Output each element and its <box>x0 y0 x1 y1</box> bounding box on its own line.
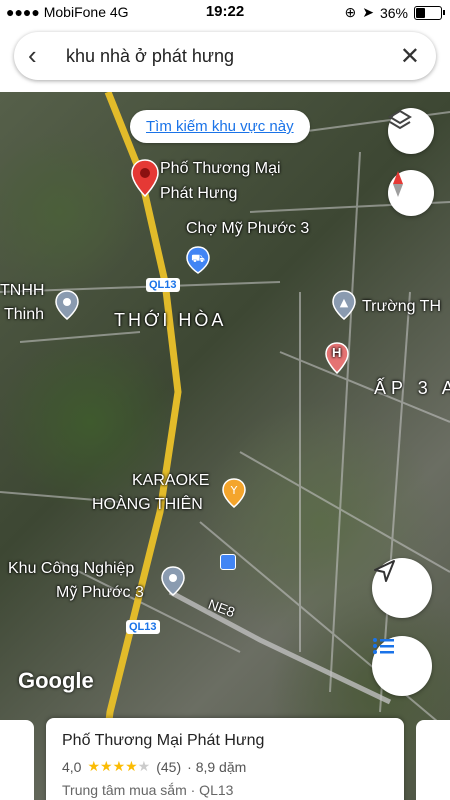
area-label-thoi-hoa: THỚI HÒA <box>114 310 227 330</box>
distance: · 8,9 dặm <box>187 758 247 775</box>
school-pin-icon[interactable]: ▲ <box>332 290 356 320</box>
google-logo: Google <box>18 668 94 693</box>
place-label-cho-my-phuoc-3[interactable]: Chợ Mỹ Phước 3 <box>186 220 309 238</box>
compass-button[interactable] <box>388 170 434 216</box>
svg-text:Y: Y <box>230 484 238 497</box>
review-count: (45) <box>156 758 182 775</box>
place-pin-icon[interactable] <box>55 290 79 320</box>
hospital-label: H <box>332 345 342 360</box>
place-label-pho-thuong-mai[interactable]: Phố Thương Mại <box>160 160 281 178</box>
road-shield-ql13-south: QL13 <box>126 620 160 634</box>
layers-button[interactable] <box>388 108 434 154</box>
search-header: ‹ khu nhà ở phát hưng ✕ <box>0 24 450 92</box>
place-label-karaoke[interactable]: KARAOKE <box>132 472 209 490</box>
battery-percent: 36% <box>379 4 408 21</box>
search-query[interactable]: khu nhà ở phát hưng <box>66 46 234 67</box>
place-card[interactable]: Phố Thương Mại Phát Hưng 4,0 ★★★★★ (45) … <box>46 718 404 800</box>
industrial-pin-icon[interactable] <box>161 566 185 596</box>
navigation-arrow-icon <box>374 560 395 582</box>
place-label-my-phuoc-3[interactable]: Mỹ Phước 3 <box>56 584 144 602</box>
svg-text:▲: ▲ <box>340 296 349 309</box>
area-label-ap-3a: ẤP 3 A <box>374 378 450 398</box>
place-label-hoang-thien[interactable]: HOÀNG THIÊN <box>92 496 203 514</box>
orientation-lock-icon: ⊕ <box>344 4 357 20</box>
star-rating: ★★★★★ <box>87 758 150 775</box>
svg-text:⛟: ⛟ <box>191 252 205 265</box>
battery-fill <box>416 7 426 18</box>
place-label-tnhh[interactable]: TNHH <box>0 282 44 300</box>
selected-place-pin-icon[interactable] <box>130 158 160 198</box>
place-label-thinh[interactable]: Thinh <box>4 306 44 324</box>
bus-stop-icon[interactable] <box>220 554 236 570</box>
place-card-subtitle: Trung tâm mua sắm · QL13 <box>62 782 234 798</box>
place-card-rating-row: 4,0 ★★★★★ (45) · 8,9 dặm <box>62 758 246 775</box>
shopping-cart-pin-icon[interactable]: ⛟ <box>186 246 210 274</box>
rating-value: 4,0 <box>62 758 82 775</box>
close-icon[interactable]: ✕ <box>400 42 420 71</box>
previous-result-card[interactable] <box>0 720 34 800</box>
battery-icon <box>414 5 445 20</box>
back-arrow-icon[interactable]: ‹ <box>28 40 37 71</box>
status-right: ⊕ ➤ 36% <box>344 4 445 21</box>
map-view[interactable]: Tìm kiếm khu vực này Phố Thương Mại Phát… <box>0 92 450 800</box>
place-label-phat-hung[interactable]: Phát Hưng <box>160 185 237 203</box>
road-shield-ql13: QL13 <box>146 278 180 292</box>
list-view-button[interactable] <box>372 636 432 696</box>
list-icon <box>373 638 394 654</box>
place-label-khu-cong-nghiep[interactable]: Khu Công Nghiệp <box>8 560 134 578</box>
next-result-card[interactable] <box>416 720 450 800</box>
filled-stars-icon: ★★★★ <box>87 758 138 774</box>
place-card-title: Phố Thương Mại Phát Hưng <box>62 732 265 749</box>
location-arrow-icon: ➤ <box>362 4 374 20</box>
search-this-area-button[interactable]: Tìm kiếm khu vực này <box>130 110 310 143</box>
layers-icon <box>388 109 412 130</box>
empty-star-icon: ★ <box>137 758 151 774</box>
place-label-truong[interactable]: Trường TH <box>362 298 441 316</box>
bar-pin-icon[interactable]: Y <box>222 478 246 508</box>
my-location-button[interactable] <box>372 558 432 618</box>
search-bar[interactable]: ‹ khu nhà ở phát hưng ✕ <box>14 32 436 80</box>
compass-icon <box>393 171 403 197</box>
status-bar: ●●●● MobiFone 4G 19:22 ⊕ ➤ 36% <box>0 0 450 24</box>
